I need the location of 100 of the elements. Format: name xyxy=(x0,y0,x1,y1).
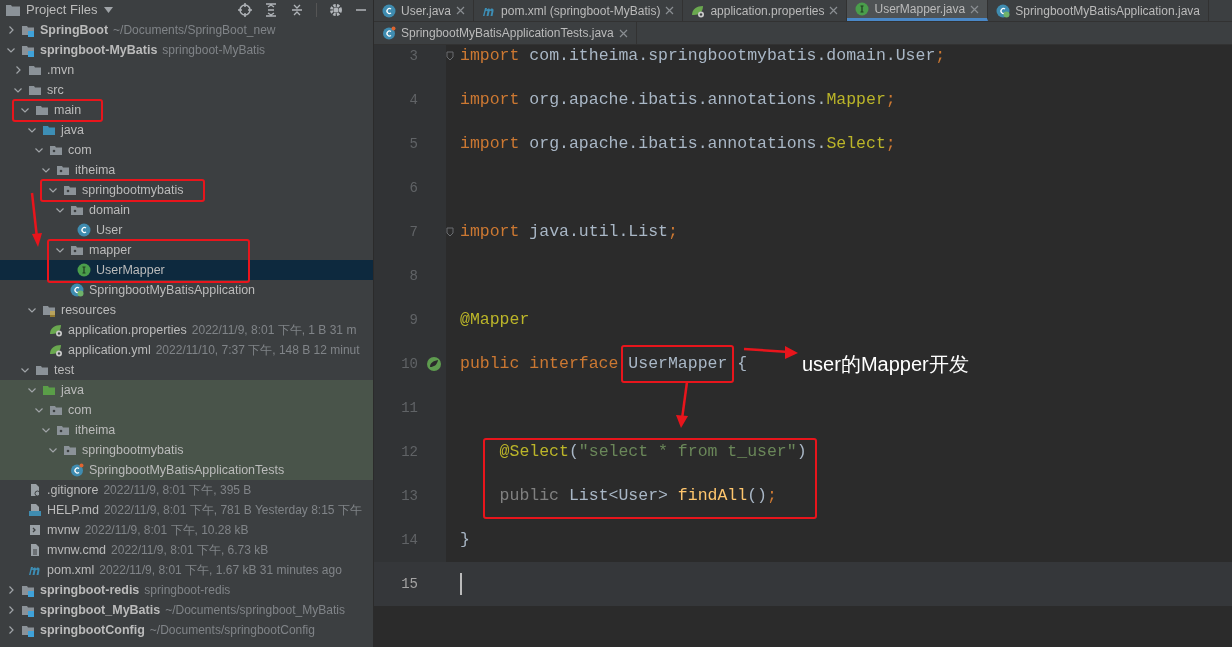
tree-item[interactable]: springbootConfig ~/Documents/springbootConfig xyxy=(0,620,373,640)
tree-item[interactable]: springboot_MyBatis ~/Documents/springboot_MyBatis xyxy=(0,600,373,620)
chevron-down-icon[interactable] xyxy=(55,245,65,255)
item-label: SpringbootMyBatisApplicationTests xyxy=(89,461,285,479)
code-line: import com.itheima.springbootmybatis.domain.User; xyxy=(460,45,946,67)
tree-item[interactable]: com xyxy=(0,140,373,160)
chevron-down-icon[interactable] xyxy=(27,305,37,315)
interface-icon xyxy=(855,2,870,16)
highlighted-code: UserMapper xyxy=(621,345,735,383)
chevron-right-icon[interactable] xyxy=(6,25,16,35)
tree-item[interactable]: java xyxy=(0,380,373,400)
panel-title[interactable]: Project Files xyxy=(26,0,98,20)
tree-item[interactable]: SpringbootMyBatisApplication xyxy=(0,280,373,300)
tree-item[interactable]: User xyxy=(0,220,373,240)
dropdown-caret-icon[interactable] xyxy=(103,7,113,13)
code-line: @Mapper xyxy=(460,309,530,331)
item-label: springboot-MyBatis xyxy=(40,41,158,59)
tree-item[interactable]: .mvn xyxy=(0,60,373,80)
module-folder-icon xyxy=(21,583,35,597)
package-icon xyxy=(70,203,84,217)
item-details: 2022/11/9, 8:01 下午, 10.28 kB xyxy=(84,522,249,539)
tree-item[interactable]: application.yml 2022/11/10, 7:37 下午, 148 B 12 minut xyxy=(0,340,373,360)
item-label: domain xyxy=(89,201,130,219)
interface-icon xyxy=(77,263,91,277)
spring-leaf-icon xyxy=(691,3,706,18)
tree-item[interactable]: springbootmybatis xyxy=(0,440,373,460)
item-details: springboot-MyBatis xyxy=(162,42,266,59)
tree-item[interactable]: springboot-MyBatis springboot-MyBatis xyxy=(0,40,373,60)
expand-all-icon[interactable] xyxy=(264,3,278,17)
markdown-file-icon xyxy=(28,503,42,517)
editor-tab[interactable]: User.java xyxy=(374,0,475,21)
tree-item[interactable]: itheima xyxy=(0,160,373,180)
item-label: User xyxy=(96,221,123,239)
item-label: pom.xml xyxy=(47,561,95,579)
close-icon[interactable] xyxy=(665,6,675,15)
item-details: 2022/11/9, 8:01 下午, 6.73 kB xyxy=(111,542,269,559)
tree-item[interactable]: HELP.md 2022/11/9, 8:01 下午, 781 B Yesterday 8:15 下午 xyxy=(0,500,373,520)
tree-item[interactable]: mvnw.cmd 2022/11/9, 8:01 下午, 6.73 kB xyxy=(0,540,373,560)
settings-icon[interactable] xyxy=(329,3,343,17)
locate-icon[interactable] xyxy=(238,3,252,17)
tab-label: User.java xyxy=(401,2,452,20)
spring-class-icon xyxy=(996,3,1011,18)
module-folder-icon xyxy=(21,23,35,37)
chevron-down-icon[interactable] xyxy=(6,45,16,55)
item-label: com xyxy=(68,141,92,159)
class-icon xyxy=(77,223,91,237)
tree-item[interactable]: pom.xml 2022/11/9, 8:01 下午, 1.67 kB 31 minutes ago xyxy=(0,560,373,580)
editor-tab[interactable]: SpringbootMyBatisApplication.java xyxy=(988,0,1209,21)
code-text: public interface xyxy=(460,353,620,375)
module-folder-icon xyxy=(21,43,35,57)
spring-bean-icon[interactable] xyxy=(426,356,442,372)
editor-tab[interactable]: UserMapper.java xyxy=(847,0,989,21)
close-icon[interactable] xyxy=(618,28,628,38)
tree-item[interactable]: springboot-redis springboot-redis xyxy=(0,580,373,600)
editor-tab[interactable]: pom.xml (springboot-MyBatis) xyxy=(474,0,684,21)
collapse-all-icon[interactable] xyxy=(290,3,304,17)
folder-icon xyxy=(35,363,49,377)
tab-label: UserMapper.java xyxy=(874,1,966,18)
tree-item[interactable]: main xyxy=(0,100,373,120)
tree-item[interactable]: SpringBoot ~/Documents/SpringBoot_new xyxy=(0,20,373,40)
tree-item[interactable]: test xyxy=(0,360,373,380)
tree-item[interactable]: SpringbootMyBatisApplicationTests xyxy=(0,460,373,480)
tree-item[interactable]: java xyxy=(0,120,373,140)
item-label: java xyxy=(61,381,84,399)
tree-item[interactable]: springbootmybatis xyxy=(0,180,373,200)
tree-item[interactable]: UserMapper xyxy=(0,260,373,280)
tree-item[interactable]: itheima xyxy=(0,420,373,440)
item-label: resources xyxy=(61,301,116,319)
tree-item[interactable]: src xyxy=(0,80,373,100)
item-details: springboot-redis xyxy=(144,582,231,599)
folder-icon xyxy=(28,83,42,97)
ignored-file-icon xyxy=(28,483,42,497)
package-icon xyxy=(70,243,84,257)
folder-icon xyxy=(42,383,56,397)
item-label: .gitignore xyxy=(47,481,99,499)
code-line: import java.util.List; xyxy=(460,221,678,243)
tree-item[interactable]: domain xyxy=(0,200,373,220)
chevron-right-icon[interactable] xyxy=(13,65,23,75)
package-icon xyxy=(63,183,77,197)
tree-item[interactable]: com xyxy=(0,400,373,420)
item-label: main xyxy=(54,101,82,119)
terminal-icon xyxy=(28,523,42,537)
tree-item[interactable]: .gitignore 2022/11/9, 8:01 下午, 395 B xyxy=(0,480,373,500)
tab-label: pom.xml (springboot-MyBatis) xyxy=(501,2,661,20)
tree-item[interactable]: resources xyxy=(0,300,373,320)
tree-item[interactable]: mvnw 2022/11/9, 8:01 下午, 10.28 kB xyxy=(0,520,373,540)
fold-marker-icon[interactable] xyxy=(446,227,454,237)
text-cursor xyxy=(460,573,462,595)
text-file-icon xyxy=(28,543,42,557)
item-label: SpringbootMyBatisApplication xyxy=(89,281,256,299)
item-details: 2022/11/9, 8:01 下午, 781 B Yesterday 8:15 下午 xyxy=(103,502,362,519)
close-icon[interactable] xyxy=(970,4,980,14)
folder-icon xyxy=(6,4,20,16)
close-icon[interactable] xyxy=(456,6,466,15)
close-icon[interactable] xyxy=(829,6,839,15)
item-details: ~/Documents/SpringBoot_new xyxy=(113,22,276,39)
tree-item[interactable]: application.properties 2022/11/9, 8:01 下午, 1 B 31 m xyxy=(0,320,373,340)
fold-marker-icon[interactable] xyxy=(446,51,454,61)
folder-icon xyxy=(28,63,42,77)
package-icon xyxy=(56,163,70,177)
